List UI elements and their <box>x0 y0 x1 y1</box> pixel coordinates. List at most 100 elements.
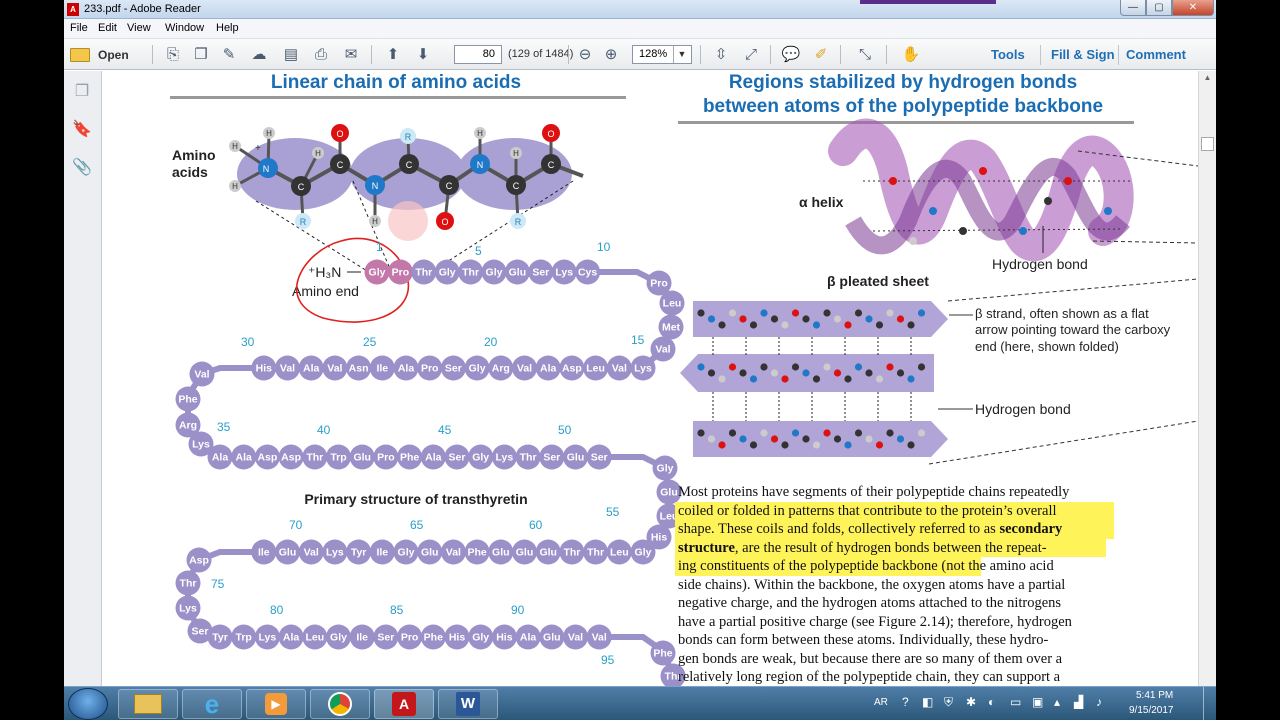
beta-atom <box>728 309 737 317</box>
beta-atom <box>749 375 758 383</box>
residue-label: Val <box>446 547 461 559</box>
taskbar-ie[interactable]: e <box>182 689 242 719</box>
cloud-upload-icon[interactable]: ☁ <box>248 44 270 64</box>
residue-label: Gly <box>439 267 456 279</box>
para-line-3: shape. These coils and folds, collective… <box>678 521 1063 537</box>
word-icon: W <box>456 692 480 716</box>
svg-text:R: R <box>515 217 522 227</box>
scroll-up-icon[interactable]: ▲ <box>1199 71 1216 85</box>
svg-text:O: O <box>336 129 343 139</box>
residue-label: Ala <box>212 452 229 464</box>
create-pdf-icon[interactable]: ⎘ <box>162 44 184 64</box>
taskbar-media[interactable]: ▶ <box>246 689 306 719</box>
taskbar-chrome[interactable] <box>310 689 370 719</box>
fit-width-icon[interactable]: ⤢ <box>740 44 762 64</box>
menu-window[interactable]: Window <box>165 22 204 34</box>
page-number-input[interactable]: 80 <box>454 45 502 64</box>
taskbar-word[interactable]: W <box>438 689 498 719</box>
vertical-scrollbar[interactable]: ▲ <box>1198 71 1216 686</box>
bookmark-icon[interactable]: 🔖 <box>72 119 92 139</box>
beta-atom <box>707 369 716 377</box>
beta-atom <box>875 321 884 329</box>
prev-page-icon[interactable]: ⬆ <box>382 44 404 64</box>
beta-atom <box>791 309 800 317</box>
attachment-icon[interactable]: 📎 <box>72 157 92 177</box>
residue-label: Thr <box>563 547 580 559</box>
highlight-icon[interactable]: ✐ <box>810 44 832 64</box>
maximize-button[interactable]: ▢ <box>1146 0 1172 16</box>
scroll-thumb[interactable] <box>1201 137 1214 151</box>
fit-page-icon[interactable]: ⇳ <box>710 44 732 64</box>
start-button[interactable] <box>68 688 108 720</box>
print-icon[interactable]: ⎙ <box>310 44 332 64</box>
battery-icon[interactable]: ▭ <box>1010 695 1021 709</box>
residue-number: 50 <box>558 423 572 437</box>
combine-files-icon[interactable]: ❐ <box>190 44 212 64</box>
title-bar[interactable]: A 233.pdf - Adobe Reader — ▢ ✕ <box>64 0 1216 19</box>
show-desktop-button[interactable] <box>1203 687 1215 720</box>
shield-icon[interactable]: ⛨ <box>944 695 953 710</box>
save-icon[interactable]: ▤ <box>280 44 302 64</box>
residue-label: Val <box>327 363 342 375</box>
beta-atom <box>886 429 894 437</box>
help-icon[interactable]: ? <box>902 695 909 709</box>
svg-text:H: H <box>477 129 483 138</box>
svg-text:C: C <box>298 182 305 192</box>
residue-label: Gly <box>635 547 652 559</box>
residue-label: Ser <box>449 452 466 464</box>
fill-sign-link[interactable]: Fill & Sign <box>1051 47 1115 62</box>
residue-label: Arg <box>492 363 510 375</box>
beta-atom <box>781 375 789 383</box>
menu-view[interactable]: View <box>127 22 151 34</box>
beta-atom <box>802 369 810 377</box>
language-indicator[interactable]: AR <box>874 697 888 708</box>
residue-label: Asp <box>257 452 277 464</box>
volume-icon[interactable]: ♪ <box>1096 695 1102 709</box>
zoom-out-icon[interactable]: ⊖ <box>574 44 596 64</box>
taskbar-explorer[interactable] <box>118 689 178 719</box>
edit-pdf-icon[interactable]: ✎ <box>218 44 240 64</box>
residue-bead: Glu <box>563 444 588 470</box>
para-line-1: Most proteins have segments of their pol… <box>678 484 1070 500</box>
menu-edit[interactable]: Edit <box>98 22 117 34</box>
chevron-up-icon[interactable]: ▴ <box>1054 695 1060 709</box>
menu-help[interactable]: Help <box>216 22 239 34</box>
residue-bead: Tyr <box>346 539 372 565</box>
expand-icon[interactable]: ⤡ <box>854 44 876 64</box>
residue-bead: Ala <box>515 624 541 650</box>
residue-bead: Ala <box>298 355 324 381</box>
residue-label: Ser <box>377 632 394 644</box>
residue-bead: Gly <box>652 455 678 481</box>
residue-bead: Lys <box>491 444 517 470</box>
left-heading: Linear chain of amino acids <box>271 72 521 93</box>
residue-bead: Pro <box>373 444 399 470</box>
document-view[interactable]: Linear chain of amino acids Regions stab… <box>103 71 1198 686</box>
menu-file[interactable]: File <box>70 22 88 34</box>
svg-text:C: C <box>337 160 344 170</box>
hand-tool-icon[interactable]: ✋ <box>900 44 922 64</box>
beta-atom <box>844 375 852 383</box>
signal-icon[interactable]: ▟ <box>1074 695 1083 709</box>
page-thumbnails-icon[interactable]: ❐ <box>72 81 92 101</box>
chevron-down-icon[interactable]: ▼ <box>673 46 690 63</box>
close-button[interactable]: ✕ <box>1172 0 1214 16</box>
open-button[interactable]: Open <box>70 44 140 65</box>
bluetooth-icon[interactable]: ✱ <box>966 695 976 709</box>
clock-time[interactable]: 5:41 PM <box>1136 690 1173 701</box>
sync-icon[interactable]: ◐ <box>988 695 995 709</box>
network-icon[interactable]: ◧ <box>922 695 933 709</box>
email-icon[interactable]: ✉ <box>340 44 362 64</box>
residue-label: Met <box>662 322 681 334</box>
taskbar: e ▶ A W AR ? ◧ ⛨ ✱ ◐ ▭ ▣ ▴ ▟ ♪ 5:41 PM 9… <box>64 686 1216 720</box>
taskbar-adobe[interactable]: A <box>374 689 434 719</box>
display-icon[interactable]: ▣ <box>1032 695 1043 709</box>
next-page-icon[interactable]: ⬇ <box>412 44 434 64</box>
comment-link[interactable]: Comment <box>1126 47 1186 62</box>
beta-atom <box>739 315 747 323</box>
sticky-note-icon[interactable]: 💬 <box>780 44 802 64</box>
zoom-in-icon[interactable]: ⊕ <box>600 44 622 64</box>
residue-bead: Thr <box>302 444 328 470</box>
clock-date[interactable]: 9/15/2017 <box>1129 705 1174 716</box>
minimize-button[interactable]: — <box>1120 0 1146 16</box>
tools-link[interactable]: Tools <box>991 47 1025 62</box>
